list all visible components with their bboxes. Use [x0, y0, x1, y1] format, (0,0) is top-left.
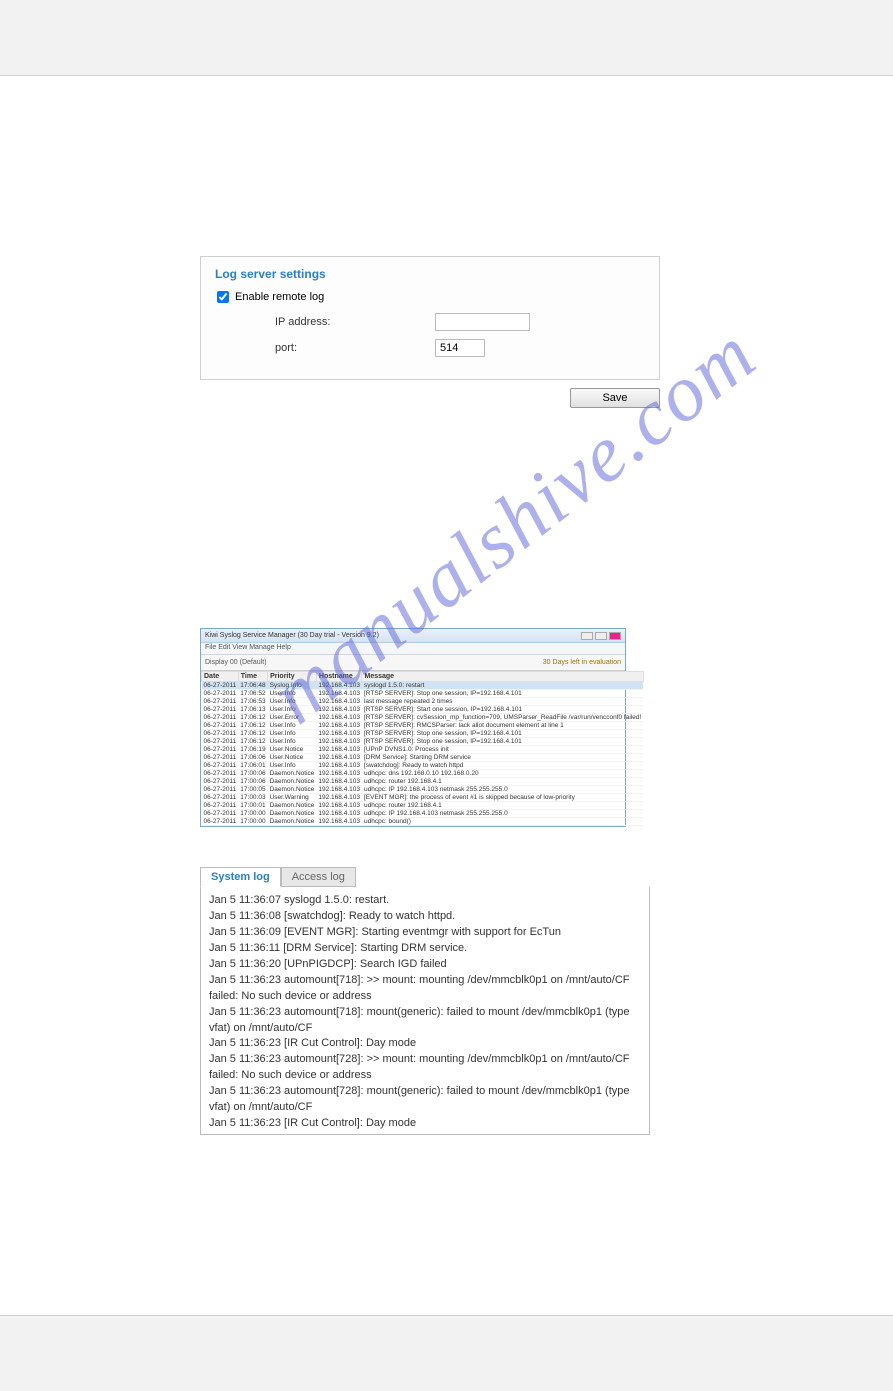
syslog-row[interactable]: 06-27-201117:00:06Daemon.Notice192.168.4…: [202, 770, 644, 778]
log-line: Jan 5 11:36:23 automount[718]: mount(gen…: [209, 1005, 641, 1037]
ip-address-input[interactable]: [435, 313, 530, 331]
tab-system-log[interactable]: System log: [200, 867, 281, 887]
syslog-col-date[interactable]: Date: [202, 672, 239, 682]
syslog-row[interactable]: 06-27-201117:06:06User.Notice192.168.4.1…: [202, 754, 644, 762]
syslog-window: Kiwi Syslog Service Manager (30 Day tria…: [200, 628, 626, 827]
syslog-menubar[interactable]: File Edit View Manage Help: [201, 643, 625, 655]
ip-address-row: IP address:: [275, 313, 645, 331]
log-tabs: System log Access log: [200, 867, 650, 887]
syslog-row[interactable]: 06-27-201117:00:06Daemon.Notice192.168.4…: [202, 778, 644, 786]
minimize-icon[interactable]: [581, 632, 593, 640]
port-input[interactable]: [435, 339, 485, 357]
page-header-band: [0, 0, 893, 76]
page-body: Log server settings Enable remote log IP…: [0, 76, 893, 1195]
syslog-row[interactable]: 06-27-201117:00:00Daemon.Notice192.168.4…: [202, 818, 644, 826]
syslog-col-priority[interactable]: Priority: [268, 672, 317, 682]
page-footer-band: [0, 1315, 893, 1391]
syslog-col-hostname[interactable]: Hostname: [316, 672, 362, 682]
log-server-settings-panel: Log server settings Enable remote log IP…: [200, 256, 660, 380]
log-line: Jan 5 11:36:20 [UPnPIGDCP]: Search IGD f…: [209, 957, 641, 973]
ip-address-label: IP address:: [275, 316, 435, 328]
log-line: Jan 5 11:36:23 automount[728]: >> mount:…: [209, 1052, 641, 1084]
log-line: Jan 5 11:36:23 automount[718]: >> mount:…: [209, 973, 641, 1005]
enable-remote-log-checkbox[interactable]: [217, 291, 229, 303]
syslog-trial-notice: 30 Days left in evaluation: [543, 659, 621, 666]
syslog-row[interactable]: 06-27-201117:06:12User.Error192.168.4.10…: [202, 714, 644, 722]
enable-remote-log-row: Enable remote log: [217, 291, 645, 303]
log-line: Jan 5 11:36:23 [IR Cut Control]: Day mod…: [209, 1116, 641, 1132]
port-label: port:: [275, 342, 435, 354]
log-line: Jan 5 11:36:23 automount[728]: mount(gen…: [209, 1084, 641, 1116]
syslog-row[interactable]: 06-27-201117:06:52User.Info192.168.4.103…: [202, 690, 644, 698]
log-line: Jan 5 11:36:23 [IR Cut Control]: Day mod…: [209, 1036, 641, 1052]
port-row: port:: [275, 339, 645, 357]
syslog-row[interactable]: 06-27-201117:06:12User.Info192.168.4.103…: [202, 738, 644, 746]
syslog-row[interactable]: 06-27-201117:06:48Syslog.Info192.168.4.1…: [202, 682, 644, 690]
syslog-titlebar: Kiwi Syslog Service Manager (30 Day tria…: [201, 629, 625, 643]
log-line: Jan 5 11:36:11 [DRM Service]: Starting D…: [209, 941, 641, 957]
log-tabs-panel: System log Access log Jan 5 11:36:07 sys…: [200, 867, 650, 1135]
syslog-col-time[interactable]: Time: [238, 672, 267, 682]
enable-remote-log-label: Enable remote log: [235, 291, 324, 303]
syslog-row[interactable]: 06-27-201117:06:12User.Info192.168.4.103…: [202, 722, 644, 730]
close-icon[interactable]: [609, 632, 621, 640]
syslog-table: DateTimePriorityHostnameMessage 06-27-20…: [201, 671, 644, 826]
syslog-row[interactable]: 06-27-201117:06:19User.Notice192.168.4.1…: [202, 746, 644, 754]
tab-access-log[interactable]: Access log: [281, 867, 356, 887]
syslog-row[interactable]: 06-27-201117:00:01Daemon.Notice192.168.4…: [202, 802, 644, 810]
log-server-settings-title: Log server settings: [215, 267, 645, 281]
window-buttons: [581, 632, 621, 640]
syslog-toolbar: Display 00 (Default) 30 Days left in eva…: [201, 655, 625, 671]
syslog-row[interactable]: 06-27-201117:06:12User.Info192.168.4.103…: [202, 730, 644, 738]
log-line: Jan 5 11:36:23 [SYS]: Serial number = 00…: [209, 1132, 641, 1135]
syslog-row[interactable]: 06-27-201117:06:13User.Info192.168.4.103…: [202, 706, 644, 714]
syslog-row[interactable]: 06-27-201117:00:00Daemon.Notice192.168.4…: [202, 810, 644, 818]
log-line: Jan 5 11:36:07 syslogd 1.5.0: restart.: [209, 893, 641, 909]
syslog-row[interactable]: 06-27-201117:06:53User.Info192.168.4.103…: [202, 698, 644, 706]
syslog-row[interactable]: 06-27-201117:00:05Daemon.Notice192.168.4…: [202, 786, 644, 794]
log-line: Jan 5 11:36:09 [EVENT MGR]: Starting eve…: [209, 925, 641, 941]
syslog-col-message[interactable]: Message: [362, 672, 643, 682]
syslog-row[interactable]: 06-27-201117:00:03User.Warning192.168.4.…: [202, 794, 644, 802]
save-row: Save: [200, 388, 660, 408]
save-button[interactable]: Save: [570, 388, 660, 408]
log-line: Jan 5 11:36:08 [swatchdog]: Ready to wat…: [209, 909, 641, 925]
syslog-row[interactable]: 06-27-201117:06:01User.Info192.168.4.103…: [202, 762, 644, 770]
syslog-window-title: Kiwi Syslog Service Manager (30 Day tria…: [205, 632, 379, 639]
syslog-toolbar-dropdown[interactable]: Display 00 (Default): [205, 659, 266, 666]
maximize-icon[interactable]: [595, 632, 607, 640]
system-log-body[interactable]: Jan 5 11:36:07 syslogd 1.5.0: restart.Ja…: [200, 887, 650, 1135]
